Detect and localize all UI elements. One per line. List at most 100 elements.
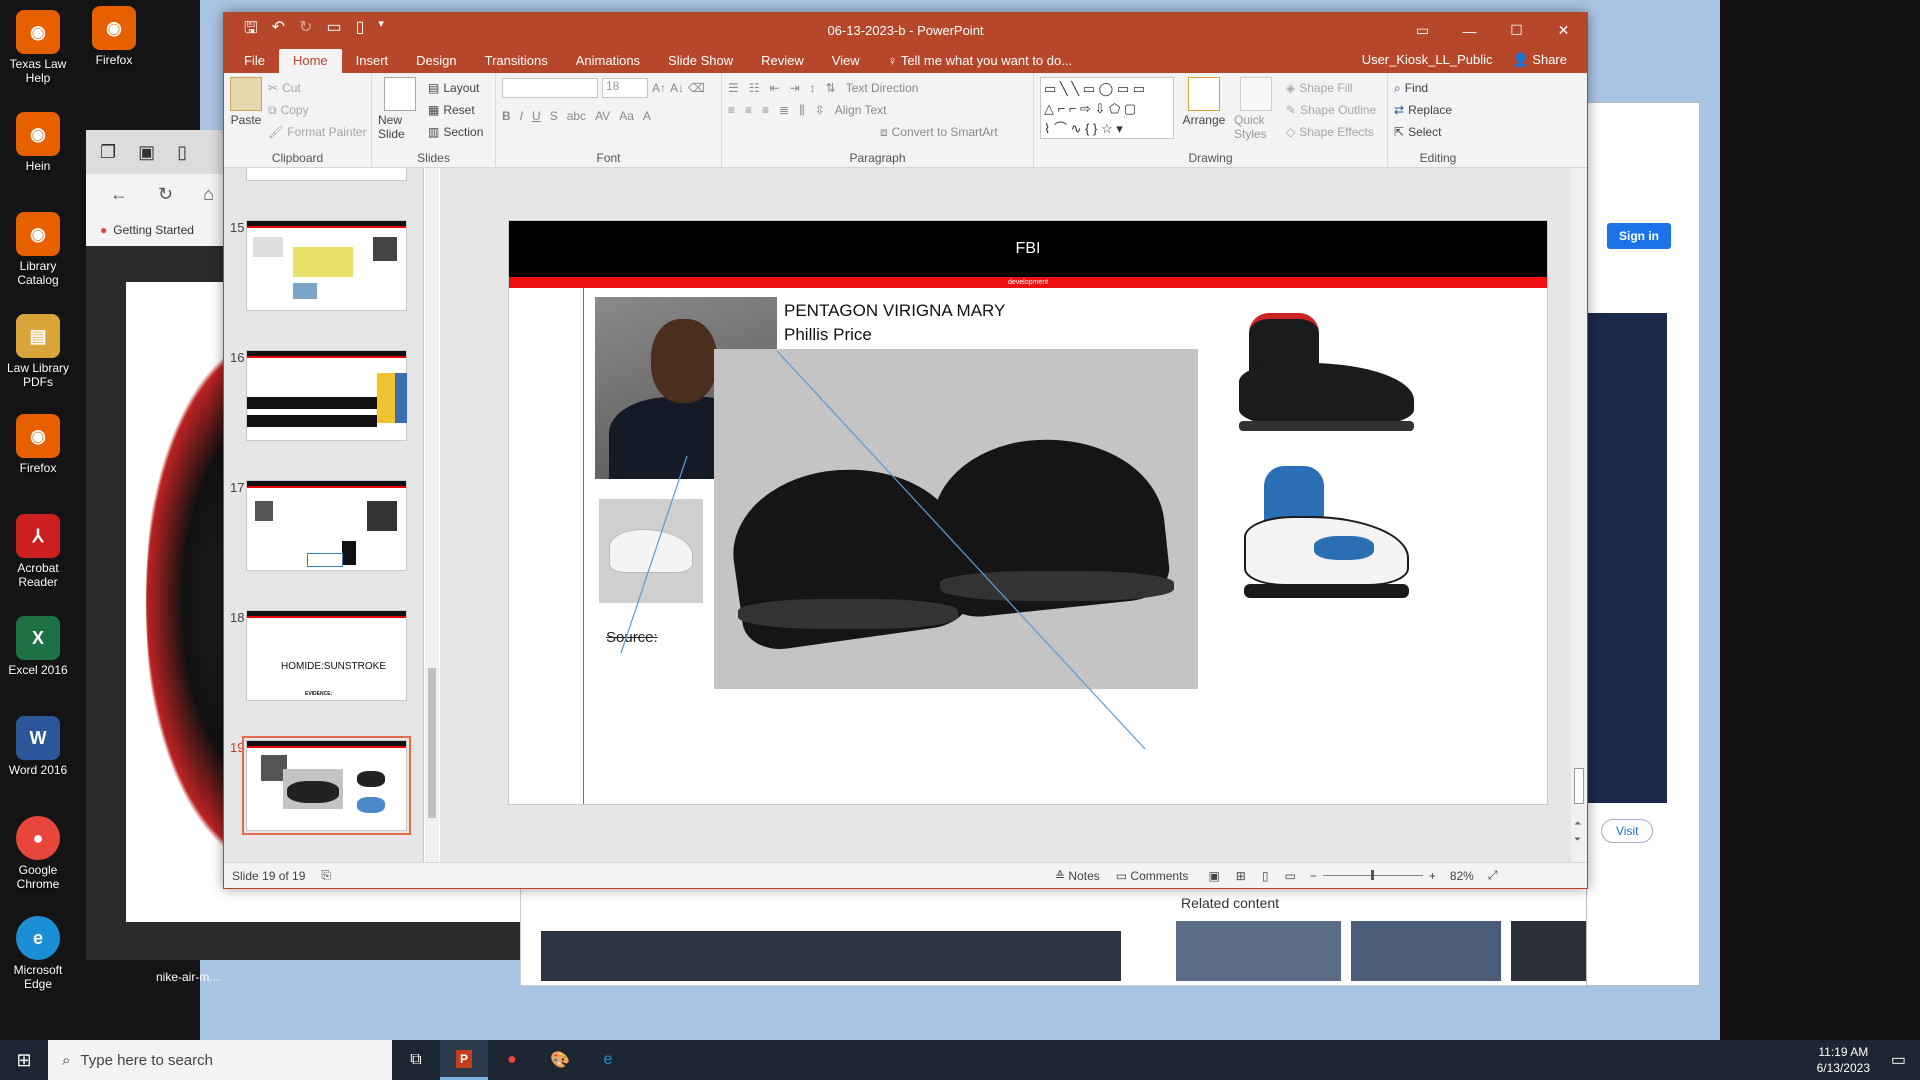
- edge-taskbar-icon[interactable]: e: [584, 1040, 632, 1080]
- undo-icon[interactable]: ↶: [272, 17, 285, 44]
- tab-file[interactable]: File: [224, 53, 279, 73]
- zoom-in-icon[interactable]: +: [1429, 869, 1436, 883]
- sign-in-button[interactable]: Sign in: [1607, 223, 1671, 249]
- bullets-icon[interactable]: ☰: [728, 81, 739, 95]
- thumbnail-scrollbar[interactable]: [425, 168, 439, 862]
- desktop-icon-chrome[interactable]: ● Google Chrome: [0, 816, 76, 891]
- next-slide-icon[interactable]: ⏷: [1574, 834, 1581, 845]
- close-button[interactable]: ✕: [1540, 13, 1587, 48]
- smartart-button[interactable]: Convert to SmartArt: [892, 125, 998, 139]
- redo-icon[interactable]: ↻: [299, 17, 312, 44]
- slide-thumbnail-19[interactable]: [242, 736, 411, 835]
- slide-thumbnail-17[interactable]: [246, 480, 407, 571]
- format-painter-button[interactable]: 🖌 Format Painter: [268, 121, 367, 143]
- connector-line[interactable]: [776, 350, 1146, 750]
- shapes-gallery[interactable]: ▭ ╲ ╲ ▭ ◯ ▭ ▭ △ ⌐ ⌐ ⇨ ⇩ ⬠ ▢ ⌇ ⌒ ∿ { } ☆ ▾: [1040, 77, 1174, 139]
- section-button[interactable]: ▥ Section: [428, 121, 483, 143]
- desktop-icon-firefox-2[interactable]: ◉ Firefox: [0, 414, 76, 475]
- slide-thumbnail-16[interactable]: [246, 350, 407, 441]
- slide-canvas[interactable]: FBI development PENTAGON VIRIGNA MARY Ph…: [508, 220, 1548, 805]
- columns-icon[interactable]: ⫼: [799, 103, 805, 118]
- strikethrough-icon[interactable]: abc: [567, 109, 586, 123]
- shape-effects-button[interactable]: ◇ Shape Effects: [1286, 121, 1376, 143]
- refresh-icon[interactable]: ↻: [158, 184, 173, 205]
- tab-animations[interactable]: Animations: [562, 53, 654, 73]
- desktop-icon-word[interactable]: W Word 2016: [0, 716, 76, 777]
- change-case-icon[interactable]: Aa: [619, 109, 634, 123]
- slide-thumbnail-15[interactable]: [246, 220, 407, 311]
- workspaces-icon[interactable]: ❐: [100, 142, 116, 163]
- clear-formatting-icon[interactable]: ⌫: [688, 81, 705, 95]
- desktop-icon-library-catalog[interactable]: ◉ Library Catalog: [0, 212, 76, 287]
- normal-view-icon[interactable]: ▣: [1208, 869, 1219, 883]
- comments-button[interactable]: ▭ Comments: [1116, 869, 1189, 883]
- zoom-level[interactable]: 82%: [1450, 869, 1474, 883]
- chrome-taskbar-icon[interactable]: ●: [488, 1040, 536, 1080]
- shadow-icon[interactable]: S: [550, 109, 558, 123]
- slide-thumbnail-18[interactable]: HOMIDE:SUNSTROKE EVIDENCE:: [246, 610, 407, 701]
- replace-button[interactable]: ⇄ Replace: [1394, 99, 1482, 121]
- layout-button[interactable]: ▤ Layout: [428, 77, 483, 99]
- find-button[interactable]: ⌕ Find: [1394, 77, 1482, 99]
- tab-review[interactable]: Review: [747, 53, 818, 73]
- tab-slide-show[interactable]: Slide Show: [654, 53, 747, 73]
- video-strip[interactable]: [541, 931, 1121, 981]
- task-view-icon[interactable]: ⧉: [392, 1040, 440, 1080]
- tab-home[interactable]: Home: [278, 49, 342, 73]
- reset-button[interactable]: ▦ Reset: [428, 99, 483, 121]
- font-name-box[interactable]: [502, 78, 598, 98]
- desktop-icon-excel[interactable]: X Excel 2016: [0, 616, 76, 677]
- increase-indent-icon[interactable]: ⇥: [790, 81, 800, 95]
- shape-fill-button[interactable]: ◈ Shape Fill: [1286, 77, 1376, 99]
- spell-check-icon[interactable]: ⎘: [321, 868, 331, 883]
- zoom-out-icon[interactable]: −: [1310, 869, 1317, 883]
- windows-start-icon[interactable]: ⊞: [0, 1040, 48, 1080]
- align-center-icon[interactable]: ≡: [745, 103, 752, 117]
- bold-icon[interactable]: B: [502, 109, 511, 123]
- grow-font-icon[interactable]: A↑: [652, 81, 666, 95]
- save-icon[interactable]: 🖫: [244, 17, 258, 44]
- tab-design[interactable]: Design: [402, 53, 470, 73]
- slide-sorter-icon[interactable]: ⊞: [1236, 869, 1246, 883]
- align-right-icon[interactable]: ≡: [762, 103, 769, 117]
- thumbnail-scroll-thumb[interactable]: [428, 668, 436, 818]
- text-direction-button[interactable]: Text Direction: [846, 81, 919, 95]
- font-color-icon[interactable]: A: [643, 109, 651, 123]
- slide-scroll-thumb[interactable]: [1574, 768, 1584, 804]
- char-spacing-icon[interactable]: AV: [595, 109, 610, 123]
- font-size-box[interactable]: 18: [602, 78, 648, 98]
- numbering-icon[interactable]: ☷: [749, 81, 760, 95]
- zoom-slider-thumb[interactable]: [1370, 870, 1374, 880]
- slide-show-icon[interactable]: ▭: [1284, 869, 1295, 883]
- paint-taskbar-icon[interactable]: 🎨: [536, 1040, 584, 1080]
- share-button[interactable]: 👤 Share: [1512, 52, 1567, 68]
- desktop-icon-acrobat-reader[interactable]: ⅄ Acrobat Reader: [0, 514, 76, 589]
- align-left-icon[interactable]: ≡: [728, 103, 735, 117]
- system-clock[interactable]: 11:19 AM 6/13/2023: [1817, 1044, 1870, 1076]
- slide-thumbnail-pane[interactable]: 15 16 17 18 HOMIDE:SUNSTROKE EVIDENCE: 1…: [224, 168, 424, 862]
- taskbar-search-box[interactable]: ⌕ Type here to search: [48, 1040, 392, 1080]
- tab-view[interactable]: View: [818, 53, 874, 73]
- related-thumb-2[interactable]: [1351, 921, 1501, 981]
- prev-slide-icon[interactable]: ⏶: [1574, 818, 1581, 829]
- decrease-indent-icon[interactable]: ⇤: [770, 81, 780, 95]
- ribbon-display-options-icon[interactable]: ▭: [1399, 13, 1446, 48]
- user-name[interactable]: User_Kiosk_LL_Public: [1362, 52, 1493, 68]
- slide-scrollbar[interactable]: ⏶ ⏷: [1571, 168, 1587, 862]
- line-spacing-icon[interactable]: ↕: [810, 81, 816, 95]
- start-from-beginning-icon[interactable]: ▭: [326, 17, 341, 44]
- minimize-button[interactable]: —: [1446, 13, 1493, 48]
- select-button[interactable]: ⇱ Select: [1394, 121, 1482, 143]
- home-icon[interactable]: ⌂: [203, 184, 214, 205]
- fit-to-window-icon[interactable]: ⤢: [1488, 868, 1498, 883]
- italic-icon[interactable]: I: [520, 109, 523, 123]
- justify-icon[interactable]: ≣: [779, 103, 789, 117]
- shape-outline-button[interactable]: ✎ Shape Outline: [1286, 99, 1376, 121]
- align-text-button[interactable]: Align Text: [835, 103, 887, 117]
- customize-qat-icon[interactable]: ▾: [378, 17, 384, 44]
- desktop-icon-firefox[interactable]: ◉ Firefox: [76, 6, 152, 67]
- notes-button[interactable]: ≙ Notes: [1055, 869, 1100, 883]
- slide-thumbnail-14[interactable]: [246, 168, 407, 181]
- desktop-file-label[interactable]: nike-air-m...: [156, 970, 219, 984]
- tab-insert[interactable]: Insert: [342, 53, 403, 73]
